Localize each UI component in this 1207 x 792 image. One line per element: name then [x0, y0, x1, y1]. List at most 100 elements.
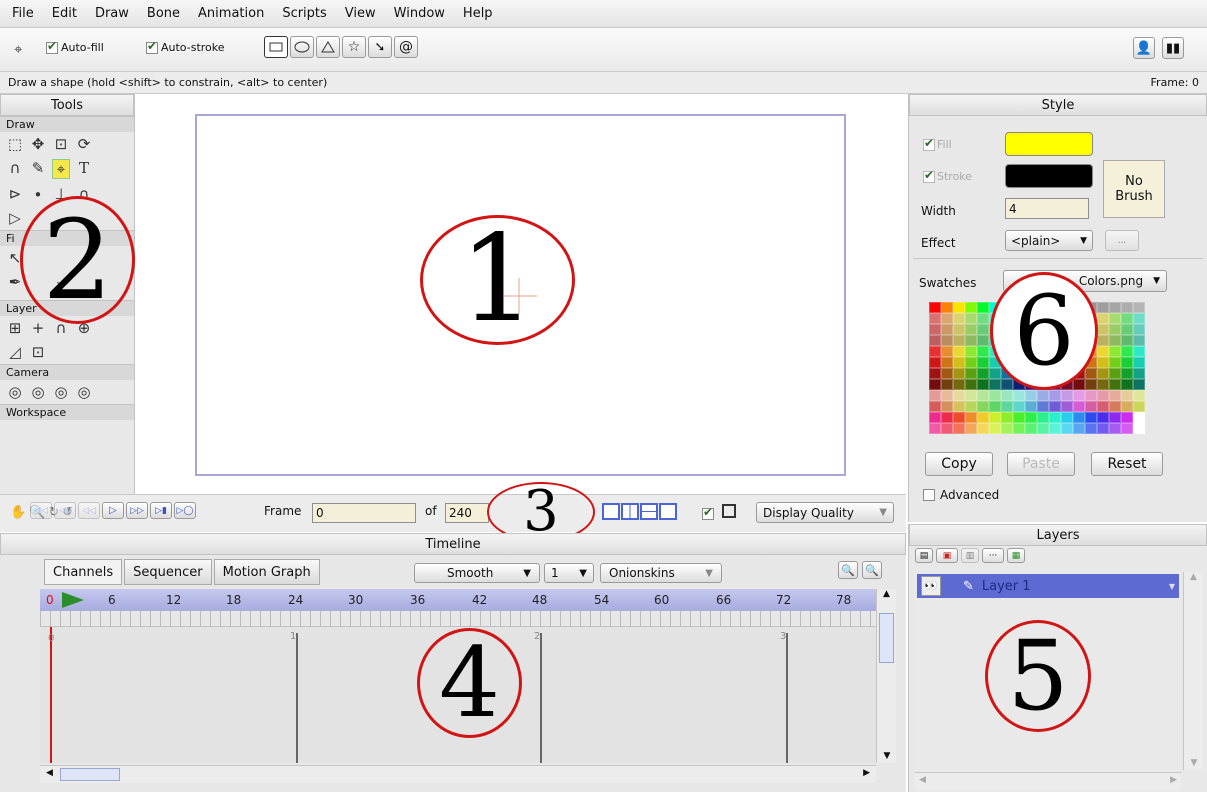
color-swatch[interactable]: [1121, 401, 1133, 412]
color-swatch[interactable]: [1001, 412, 1013, 423]
last-frame-button[interactable]: ▷◯: [174, 502, 196, 519]
color-swatch[interactable]: [1121, 335, 1133, 346]
color-swatch[interactable]: [1025, 390, 1037, 401]
color-swatch[interactable]: [1121, 302, 1133, 313]
text-tool-icon[interactable]: T: [75, 159, 93, 179]
color-swatch[interactable]: [1085, 401, 1097, 412]
color-swatch[interactable]: [1073, 379, 1085, 390]
color-swatch[interactable]: [1133, 401, 1145, 412]
color-swatch[interactable]: [965, 379, 977, 390]
zoom-out-button[interactable]: 🔍: [838, 561, 858, 579]
color-swatch[interactable]: [1121, 346, 1133, 357]
color-swatch[interactable]: [1121, 390, 1133, 401]
color-swatch[interactable]: [929, 368, 941, 379]
color-swatch[interactable]: [941, 423, 953, 434]
color-swatch[interactable]: [929, 390, 941, 401]
color-swatch[interactable]: [1085, 368, 1097, 379]
color-swatch[interactable]: [929, 346, 941, 357]
color-swatch[interactable]: [989, 379, 1001, 390]
scroll-left-icon[interactable]: ◀: [46, 768, 53, 778]
color-swatch[interactable]: [929, 357, 941, 368]
color-swatch[interactable]: [1049, 412, 1061, 423]
tab-motion-graph[interactable]: Motion Graph: [213, 559, 320, 585]
color-swatch[interactable]: [1121, 324, 1133, 335]
color-swatch[interactable]: [1037, 412, 1049, 423]
color-swatch[interactable]: [977, 423, 989, 434]
color-swatch[interactable]: [965, 302, 977, 313]
menu-help[interactable]: Help: [463, 6, 493, 21]
switch-layer-tool-icon[interactable]: ⊡: [29, 343, 47, 361]
color-swatch[interactable]: [1133, 357, 1145, 368]
stroke-checkbox[interactable]: [923, 168, 935, 183]
color-swatch[interactable]: [1121, 357, 1133, 368]
transform-layer-tool-icon[interactable]: ⊞: [6, 319, 24, 337]
menu-draw[interactable]: Draw: [95, 6, 129, 21]
rotate-points-tool-icon[interactable]: ⟳: [75, 135, 93, 153]
color-swatch[interactable]: [1037, 423, 1049, 434]
color-swatch[interactable]: [1109, 423, 1121, 434]
timeline-vertical-scrollbar[interactable]: ▲ ▼: [876, 589, 896, 763]
draw-shape-tool-icon[interactable]: ⌖: [52, 159, 70, 179]
copy-button[interactable]: Copy: [925, 452, 993, 476]
color-swatch[interactable]: [1121, 368, 1133, 379]
color-swatch[interactable]: [1097, 302, 1109, 313]
color-swatch[interactable]: [953, 357, 965, 368]
color-swatch[interactable]: [941, 390, 953, 401]
color-swatch[interactable]: [965, 423, 977, 434]
color-swatch[interactable]: [953, 335, 965, 346]
tab-channels[interactable]: Channels: [44, 559, 123, 585]
color-swatch[interactable]: [977, 412, 989, 423]
color-swatch[interactable]: [977, 324, 989, 335]
brush-selector[interactable]: No Brush: [1103, 160, 1165, 218]
color-swatch[interactable]: [965, 401, 977, 412]
star-shape-button[interactable]: ☆: [342, 36, 366, 58]
next-keyframe-button[interactable]: ▷▮: [150, 502, 172, 519]
color-swatch[interactable]: [941, 401, 953, 412]
color-swatch[interactable]: [1109, 324, 1121, 335]
paste-button[interactable]: Paste: [1007, 452, 1075, 476]
color-swatch[interactable]: [1097, 379, 1109, 390]
color-swatch[interactable]: [1073, 423, 1085, 434]
previous-frame-button[interactable]: ◁◁: [78, 502, 100, 519]
scroll-up-icon[interactable]: ▲: [877, 589, 896, 605]
color-swatch[interactable]: [1097, 412, 1109, 423]
color-swatch[interactable]: [1097, 368, 1109, 379]
first-frame-button[interactable]: ◁◁: [30, 502, 52, 519]
color-swatch[interactable]: [1121, 423, 1133, 434]
color-swatch[interactable]: [1109, 412, 1121, 423]
scroll-down-icon[interactable]: ▼: [877, 751, 897, 761]
color-swatch[interactable]: [1133, 412, 1145, 423]
color-swatch[interactable]: [929, 379, 941, 390]
color-swatch[interactable]: [977, 401, 989, 412]
color-swatch[interactable]: [953, 324, 965, 335]
color-swatch[interactable]: [1133, 379, 1145, 390]
color-swatch[interactable]: [1001, 401, 1013, 412]
color-swatch[interactable]: [977, 357, 989, 368]
color-swatch[interactable]: [929, 423, 941, 434]
color-swatch[interactable]: [1109, 401, 1121, 412]
color-swatch[interactable]: [941, 368, 953, 379]
color-swatch[interactable]: [953, 423, 965, 434]
color-swatch[interactable]: [953, 412, 965, 423]
delete-edge-tool-icon[interactable]: ⊳: [6, 185, 24, 203]
hand-tool-icon[interactable]: ✋: [10, 505, 26, 520]
advanced-toggle[interactable]: Advanced: [923, 488, 999, 502]
color-swatch[interactable]: [977, 346, 989, 357]
color-swatch[interactable]: [1025, 412, 1037, 423]
color-swatch[interactable]: [1109, 379, 1121, 390]
shear-layer-tool-icon[interactable]: ◿: [6, 343, 24, 361]
color-swatch[interactable]: [1073, 412, 1085, 423]
total-frames-input[interactable]: 240: [445, 503, 489, 523]
add-point-tool-icon[interactable]: ∩: [6, 159, 24, 179]
scroll-left-icon[interactable]: ◀: [919, 775, 926, 785]
visibility-eye-icon[interactable]: 👀: [921, 576, 941, 596]
step-dropdown[interactable]: 1 ▼: [544, 563, 594, 583]
color-swatch[interactable]: [1133, 346, 1145, 357]
effect-options-button[interactable]: ...: [1105, 230, 1139, 251]
timeline-horizontal-scrollbar[interactable]: ◀ ▶: [40, 765, 876, 783]
color-swatch[interactable]: [1121, 412, 1133, 423]
frame-input[interactable]: 0: [312, 503, 416, 523]
color-swatch[interactable]: [953, 390, 965, 401]
color-swatch[interactable]: [953, 346, 965, 357]
color-swatch[interactable]: [1061, 412, 1073, 423]
